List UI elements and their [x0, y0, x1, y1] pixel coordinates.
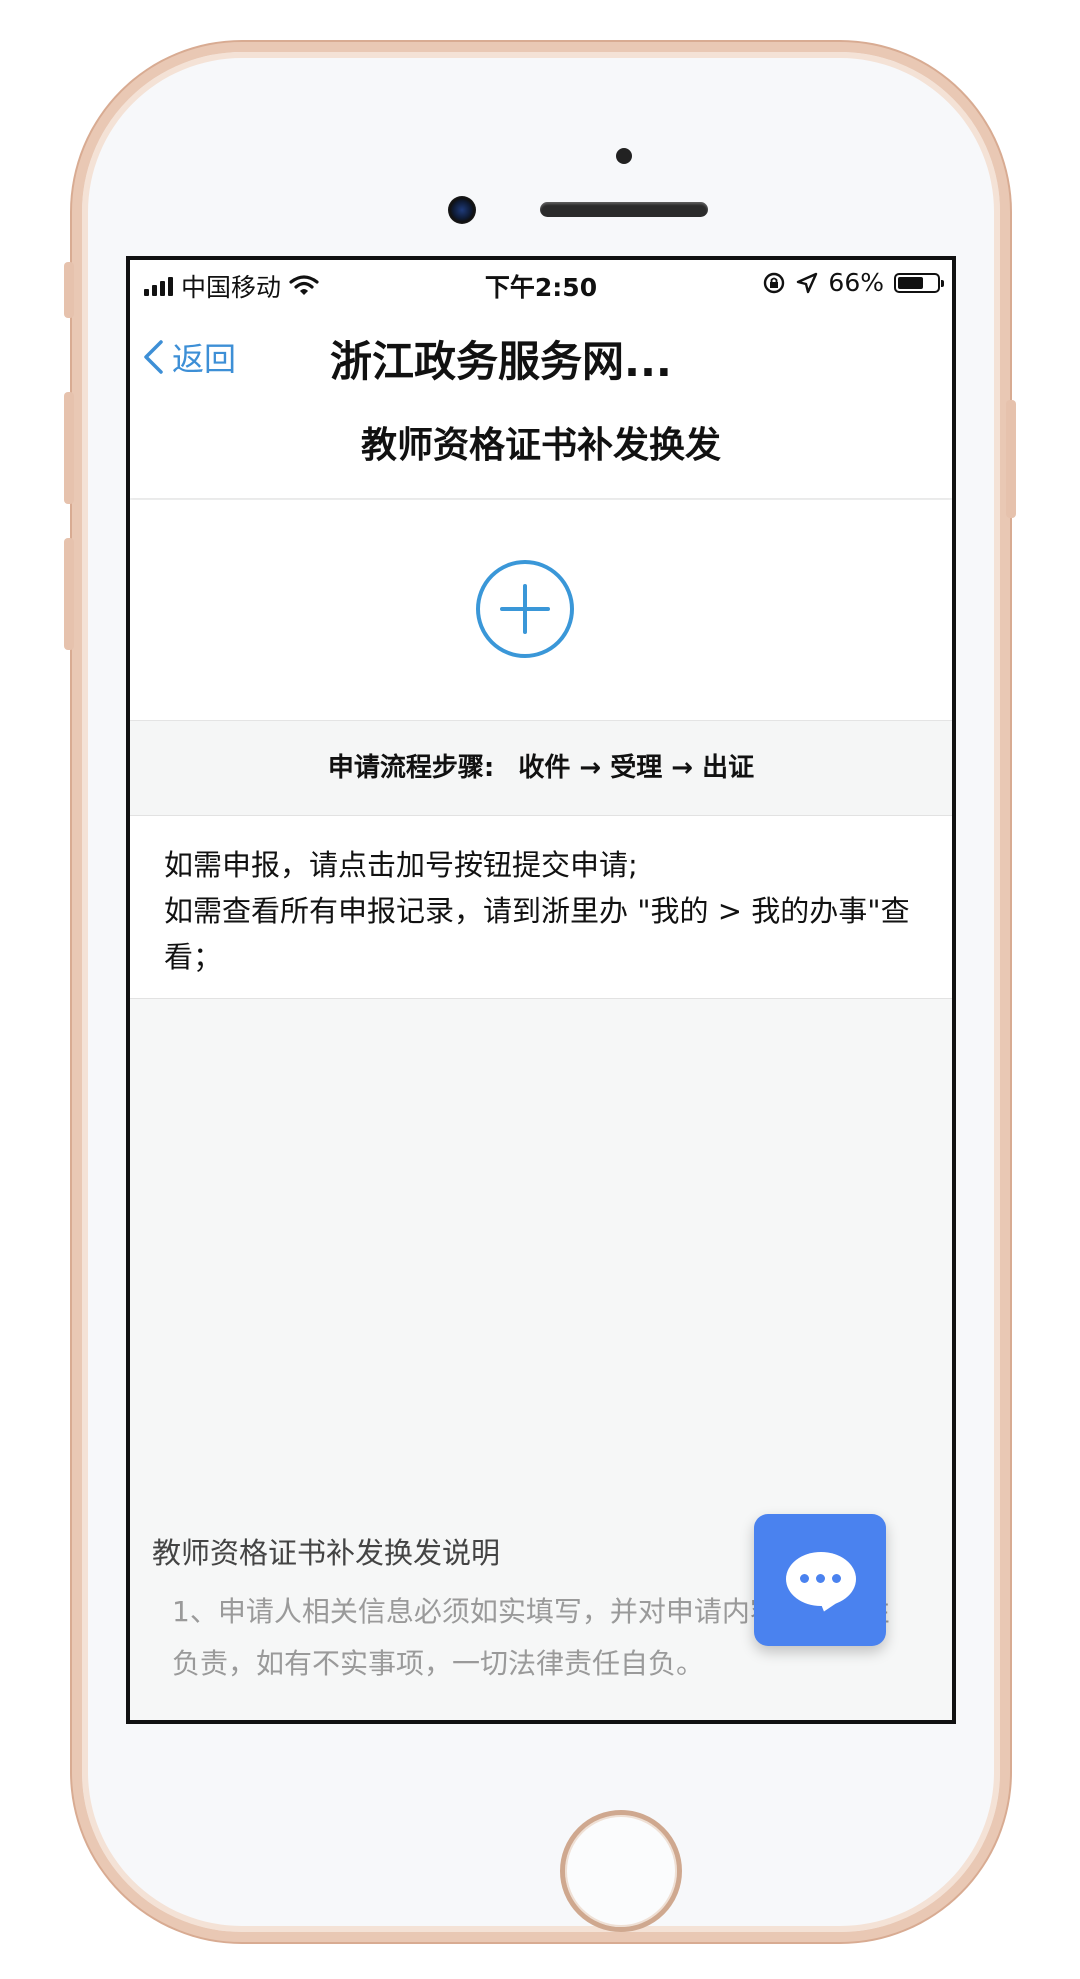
chevron-left-icon [144, 340, 163, 374]
mute-switch[interactable] [64, 262, 74, 318]
chat-button[interactable] [754, 1514, 886, 1646]
volume-down-button[interactable] [64, 538, 74, 650]
back-label: 返回 [172, 340, 237, 378]
plus-circle-icon[interactable] [476, 560, 574, 658]
add-section [130, 500, 952, 721]
page-title: 教师资格证书补发换发 [130, 396, 952, 498]
process-steps-bar: 申请流程步骤: 收件 → 受理 → 出证 [130, 721, 952, 816]
front-camera [448, 196, 476, 224]
notice-box: 如需申报，请点击加号按钮提交申请; 如需查看所有申报记录，请到浙里办 "我的 >… [130, 816, 952, 999]
nav-title: 浙江政务服务网... [330, 337, 672, 386]
volume-up-button[interactable] [64, 392, 74, 504]
back-button[interactable]: 返回 [142, 334, 236, 380]
screen: 中国移动 下午2:50 66% 返回 浙江政务服务网... 教师资格证书补发换发… [126, 256, 956, 1724]
battery-percent: 66% [828, 268, 884, 297]
navigation-bar: 返回 浙江政务服务网... [130, 308, 952, 396]
power-button[interactable] [1006, 400, 1016, 518]
process-label: 申请流程步骤: [327, 753, 495, 783]
battery-level [898, 276, 924, 289]
status-bar: 中国移动 下午2:50 66% [130, 260, 952, 308]
orientation-lock-icon [764, 272, 785, 293]
notice-line-2: 如需查看所有申报记录，请到浙里办 "我的 > 我的办事"查看； [164, 894, 910, 974]
earpiece-speaker [540, 202, 708, 217]
notice-line-1: 如需申报，请点击加号按钮提交申请; [164, 848, 638, 882]
location-icon [797, 272, 818, 293]
battery-icon [894, 272, 944, 293]
home-button[interactable] [560, 1810, 682, 1932]
process-steps: 收件 → 受理 → 出证 [518, 753, 755, 783]
ellipsis-icon [800, 1574, 841, 1583]
proximity-sensor [616, 148, 632, 164]
